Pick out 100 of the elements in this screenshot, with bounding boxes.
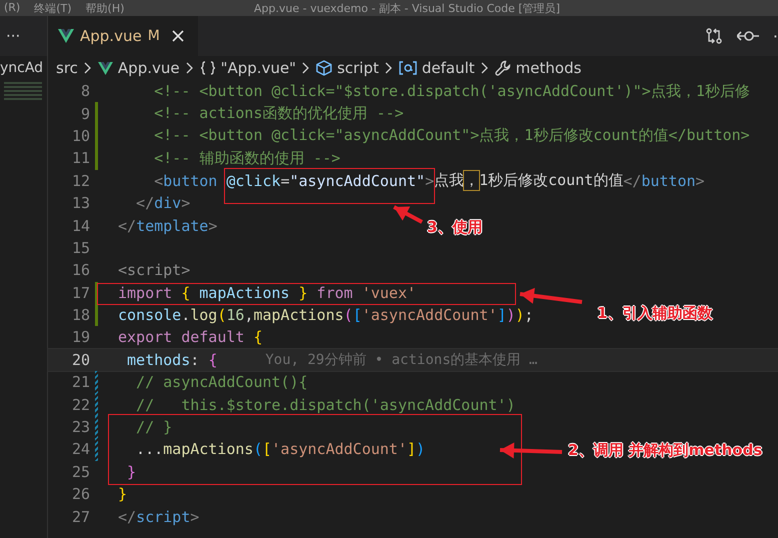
line-number: 27 <box>70 508 90 526</box>
code-variable: console <box>118 306 182 324</box>
code-bracket: ( <box>217 306 226 324</box>
code-punctuation: </ <box>118 508 136 526</box>
code-text: 1秒后修改count的值 <box>479 171 624 190</box>
code-keyword: export default <box>118 328 244 346</box>
code-bracket: ( <box>344 306 353 324</box>
namespace-icon <box>398 61 417 75</box>
braces-icon <box>200 61 216 75</box>
chevron-right-icon <box>480 62 489 74</box>
arrow <box>393 205 423 224</box>
more-actions-button[interactable]: ··· <box>6 27 20 45</box>
code-number: 16 <box>226 306 244 324</box>
code-bracket: [ <box>262 440 272 458</box>
code-attribute: @click <box>225 172 281 190</box>
breadcrumb-item[interactable]: script <box>337 59 379 77</box>
code-text: ... <box>135 440 164 458</box>
code-keyword: from <box>316 284 353 302</box>
code-tag: script <box>136 508 190 526</box>
line-number: 8 <box>80 82 90 100</box>
line-number: 25 <box>70 462 90 481</box>
code-comment: // asyncAddCount(){ <box>135 373 308 392</box>
code-tag: button <box>163 172 218 190</box>
code-bracket: { <box>208 350 218 369</box>
vue-logo-icon <box>58 29 74 43</box>
line-number: 26 <box>70 485 90 504</box>
line-number: 9 <box>80 104 90 123</box>
code-comment: // } <box>135 418 172 436</box>
chevron-right-icon <box>186 62 194 74</box>
breadcrumb-item[interactable]: default <box>422 59 475 77</box>
code-tag: <script> <box>118 261 190 280</box>
code-text: = <box>280 172 290 190</box>
arrow <box>500 442 562 458</box>
code-function: log <box>190 306 218 324</box>
commit-icon[interactable] <box>736 29 759 43</box>
code-text: , <box>244 306 254 324</box>
breadcrumb-item[interactable]: methods <box>516 59 582 77</box>
line-number: 20 <box>70 350 90 369</box>
code-function: mapActions <box>253 306 344 324</box>
code-string: 'asyncAddCount' <box>272 440 407 458</box>
code-function: mapActions <box>163 440 254 458</box>
code-tag: button <box>641 172 696 190</box>
git-blame-annotation: You, 29分钟前 • actions的基本使用 … <box>265 350 538 369</box>
menu-item[interactable]: 帮助(H) <box>86 0 124 16</box>
code-bracket: { <box>180 284 190 302</box>
line-number: 10 <box>70 126 90 145</box>
menu-item[interactable]: 终端(T) <box>34 0 72 16</box>
code-bracket: ] <box>407 440 416 458</box>
code-bracket: [ <box>352 306 362 324</box>
line-number: 16 <box>70 261 90 280</box>
code-variable: methods <box>126 350 190 369</box>
code-matched-char: ， <box>464 171 480 190</box>
annotation-label: 3、使用 <box>427 218 482 237</box>
breadcrumb-item[interactable]: yncAd <box>0 60 44 76</box>
breadcrumb-item[interactable]: src <box>56 59 78 77</box>
compare-changes-icon[interactable] <box>704 27 723 45</box>
line-number: 22 <box>70 396 90 414</box>
code-comment: <!-- <button @click="asyncAddCount">点我，1秒后修改count的值</button> <box>153 126 750 146</box>
code-punctuation: > <box>181 194 190 212</box>
menu-item[interactable]: (R) <box>4 0 20 16</box>
code-value: "asyncAddCount" <box>290 172 426 190</box>
close-icon[interactable] <box>172 30 184 42</box>
editor-tab[interactable]: App.vue M <box>48 16 198 56</box>
breadcrumb-item[interactable]: App.vue <box>118 59 180 77</box>
code-punctuation: > <box>696 172 705 190</box>
code-bracket: } <box>118 485 128 504</box>
code-text: . <box>181 306 190 324</box>
line-number: 24 <box>70 440 90 458</box>
line-number: 21 <box>70 373 90 392</box>
line-number: 14 <box>70 216 90 235</box>
line-number: 12 <box>70 172 90 190</box>
code-punctuation: </ <box>118 216 136 235</box>
code-variable: mapActions <box>198 284 291 302</box>
arrow <box>520 288 582 304</box>
annotation-label: 1、引入辅助函数 <box>597 304 712 323</box>
line-number: 17 <box>70 284 90 302</box>
code-bracket: } <box>126 462 136 481</box>
more-actions-button[interactable]: · <box>772 26 778 46</box>
code-punctuation: </ <box>623 172 642 190</box>
code-bracket: ) <box>515 306 524 324</box>
line-number: 11 <box>70 149 90 168</box>
code-punctuation: > <box>190 508 200 526</box>
annotation-label: 2、调用 并解构到methods <box>568 441 762 460</box>
vue-logo-icon <box>98 62 113 74</box>
chevron-right-icon <box>84 62 92 74</box>
code-comment: <!-- actions函数的优化使用 --> <box>153 104 404 124</box>
line-number: 15 <box>70 238 90 257</box>
code-tag: template <box>136 216 208 235</box>
line-number: 13 <box>70 194 90 212</box>
minimap <box>4 82 42 102</box>
code-comment: // this.$store.dispatch('asyncAddCount') <box>135 396 516 414</box>
line-number: 23 <box>70 418 90 436</box>
code-text: ; <box>524 306 534 324</box>
code-bracket: ) <box>416 440 426 458</box>
breadcrumb-item[interactable]: "App.vue" <box>220 59 296 77</box>
code-bracket: ( <box>253 440 262 458</box>
code-bracket: ] <box>497 306 506 324</box>
code-comment: <!-- 辅助函数的使用 --> <box>153 148 340 168</box>
line-number: 18 <box>70 306 90 324</box>
code-punctuation: < <box>153 172 164 190</box>
